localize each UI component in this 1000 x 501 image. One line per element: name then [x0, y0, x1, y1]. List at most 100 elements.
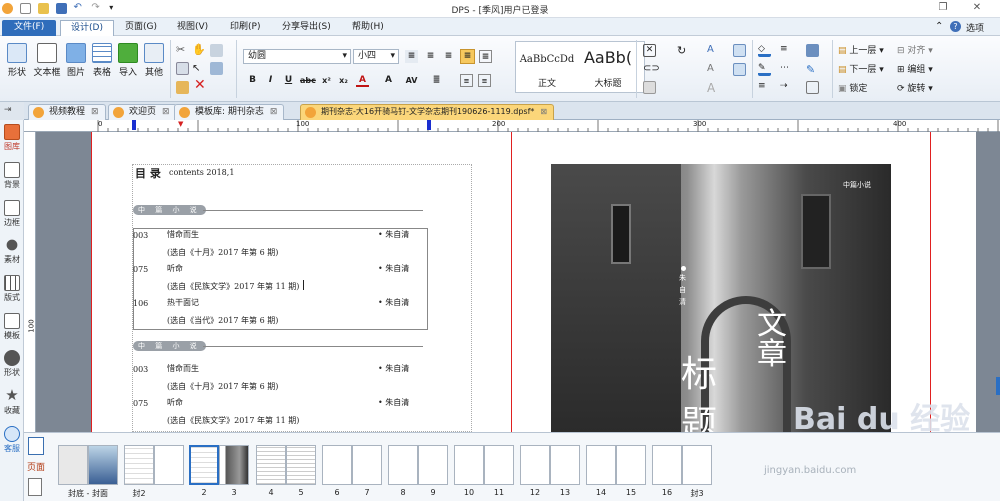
- help-icon[interactable]: ?: [950, 21, 961, 32]
- format-brush-icon[interactable]: [210, 62, 223, 75]
- thumb-blank[interactable]: [154, 445, 184, 485]
- align-center-icon[interactable]: ≡: [424, 50, 437, 63]
- background-button[interactable]: 背景: [0, 162, 24, 190]
- dash-style-icon[interactable]: ⋯: [780, 63, 793, 76]
- text-wrap-icon[interactable]: ✕: [643, 44, 656, 57]
- thumb-page-14[interactable]: [586, 445, 616, 485]
- thumb-page-9[interactable]: [418, 445, 448, 485]
- vertical-ruler[interactable]: 100: [24, 132, 36, 432]
- text-shadow-icon[interactable]: A: [707, 81, 720, 95]
- strikethrough-icon[interactable]: abc: [300, 74, 316, 87]
- bold-icon[interactable]: B: [246, 74, 259, 87]
- hand-icon[interactable]: ✋: [192, 44, 206, 57]
- border-button[interactable]: 边框: [0, 200, 24, 228]
- menu-help[interactable]: 帮助(H): [342, 20, 394, 36]
- rotate-button[interactable]: ⟳ 旋转 ▾: [897, 83, 933, 96]
- toc-frame[interactable]: 目 录 contents 2018,1 中 篇 小 说 003 惜命而生 • 朱…: [132, 164, 472, 432]
- options-button[interactable]: 选项: [966, 21, 984, 34]
- group-button[interactable]: ⊞ 编组 ▾: [897, 64, 933, 77]
- tab-close-icon[interactable]: ⊠: [270, 107, 278, 117]
- subscript-icon[interactable]: x₂: [337, 74, 350, 87]
- close-icon[interactable]: ✕: [966, 2, 988, 16]
- superscript-icon[interactable]: x²: [320, 74, 333, 87]
- paragraph-setting-icon[interactable]: ≡: [478, 74, 491, 87]
- sidebar-toggle-icon[interactable]: ⇥: [4, 105, 12, 115]
- tab-current-document[interactable]: 期刊杂志-大16开骑马钉-文学杂志期刊190626-1119.dpsf* ⊠: [300, 104, 555, 120]
- tab-close-icon[interactable]: ⊠: [540, 107, 547, 116]
- lock-button[interactable]: ▣ 锁定: [838, 83, 867, 96]
- page-spread[interactable]: 目 录 contents 2018,1 中 篇 小 说 003 惜命而生 • 朱…: [91, 132, 976, 437]
- menu-file[interactable]: 文件(F): [2, 20, 57, 36]
- left-indent-marker[interactable]: [132, 120, 136, 130]
- thumb-page-13[interactable]: [550, 445, 580, 485]
- thumb-page-5[interactable]: [286, 445, 316, 485]
- paragraph-indent-icon[interactable]: ≡: [460, 74, 473, 87]
- char-spacing-icon[interactable]: AV: [405, 74, 418, 87]
- thumb-page-3[interactable]: [219, 445, 249, 485]
- text-columns-icon[interactable]: [733, 63, 746, 76]
- font-color-icon[interactable]: A: [356, 74, 369, 87]
- layout-button[interactable]: 版式: [0, 275, 24, 303]
- style-normal-sample[interactable]: AaBbCcDd: [518, 54, 576, 65]
- copy-icon[interactable]: [176, 62, 189, 75]
- text-effect-icon[interactable]: A: [707, 63, 720, 76]
- template-button[interactable]: 模板: [0, 313, 24, 341]
- shape-button[interactable]: 形状: [2, 40, 32, 78]
- customer-service-button[interactable]: 客服: [0, 426, 24, 454]
- font-name-select[interactable]: 幼圆 ▾: [243, 49, 351, 64]
- select-icon[interactable]: [210, 44, 223, 57]
- underline-icon[interactable]: U: [282, 74, 295, 87]
- shadow-icon[interactable]: [806, 44, 819, 57]
- thumb-page-7[interactable]: [352, 445, 382, 485]
- delete-icon[interactable]: ✕: [194, 78, 207, 92]
- menu-print[interactable]: 印刷(P): [220, 20, 270, 36]
- horizontal-ruler[interactable]: 0 100 200 300 400 ▼: [90, 120, 1000, 132]
- thumb-page-12[interactable]: [520, 445, 550, 485]
- tab-welcome[interactable]: 欢迎页 ⊠: [108, 104, 177, 120]
- line-weight-icon[interactable]: ≡: [780, 44, 793, 57]
- gallery-button[interactable]: 图库: [0, 124, 24, 152]
- tab-close-icon[interactable]: ⊠: [91, 107, 99, 117]
- arrow-style-icon[interactable]: ⇢: [780, 81, 793, 94]
- pen-icon[interactable]: ✎: [806, 63, 819, 76]
- tab-video-tutorial[interactable]: 视频教程 ⊠: [28, 104, 106, 120]
- justify-icon[interactable]: ≡: [460, 49, 475, 64]
- textbox-button[interactable]: 文本框: [32, 40, 62, 78]
- thumb-page-6[interactable]: [322, 445, 352, 485]
- tab-template-library[interactable]: 模板库: 期刊杂志 ⊠: [174, 104, 285, 120]
- align-button[interactable]: ⊟ 对齐 ▾: [897, 45, 933, 58]
- thumb-page-c3[interactable]: [682, 445, 712, 485]
- fill-color-icon[interactable]: ◇: [758, 44, 771, 57]
- text-direction-icon[interactable]: [733, 44, 746, 57]
- collapse-ribbon-icon[interactable]: ⌃: [935, 21, 943, 32]
- align-right-icon[interactable]: ≡: [442, 50, 455, 63]
- right-indent-marker[interactable]: [427, 120, 431, 130]
- line-color-icon[interactable]: ✎: [758, 63, 771, 76]
- menu-design[interactable]: 设计(D): [60, 20, 114, 36]
- line-style-icon[interactable]: ≡: [758, 81, 771, 94]
- bring-forward-button[interactable]: ▤ 上一层 ▾: [838, 45, 884, 58]
- text-frame-icon[interactable]: ≡: [479, 50, 492, 63]
- font-style-icon[interactable]: A: [707, 44, 720, 57]
- pointer-icon[interactable]: ↖: [192, 62, 205, 75]
- menu-share-export[interactable]: 分享导出(S): [272, 20, 341, 36]
- cover-photo[interactable]: 中篇小说 朱 自 清 文章 标题: [551, 164, 891, 432]
- menu-page[interactable]: 页面(G): [115, 20, 167, 36]
- favorites-button[interactable]: ★ 收藏: [0, 388, 24, 416]
- thumb-back[interactable]: [58, 445, 88, 485]
- paste-icon[interactable]: [176, 81, 189, 94]
- thumb-inner-cover[interactable]: [124, 445, 154, 485]
- link-icon[interactable]: ⊂⊃: [643, 63, 660, 76]
- other-button[interactable]: 其他: [139, 40, 169, 78]
- scroll-handle[interactable]: [996, 377, 1000, 395]
- align-left-icon[interactable]: ≡: [405, 50, 418, 63]
- material-button[interactable]: 素材: [0, 237, 24, 265]
- font-size-select[interactable]: 小四 ▾: [353, 49, 399, 64]
- font-grow-icon[interactable]: A: [382, 74, 395, 87]
- thumb-page-8[interactable]: [388, 445, 418, 485]
- thumb-page-11[interactable]: [484, 445, 514, 485]
- cut-icon[interactable]: ✂: [176, 44, 189, 57]
- menu-view[interactable]: 视图(V): [167, 20, 218, 36]
- send-backward-button[interactable]: ▤ 下一层 ▾: [838, 64, 884, 77]
- design-canvas[interactable]: 目 录 contents 2018,1 中 篇 小 说 003 惜命而生 • 朱…: [36, 132, 1000, 437]
